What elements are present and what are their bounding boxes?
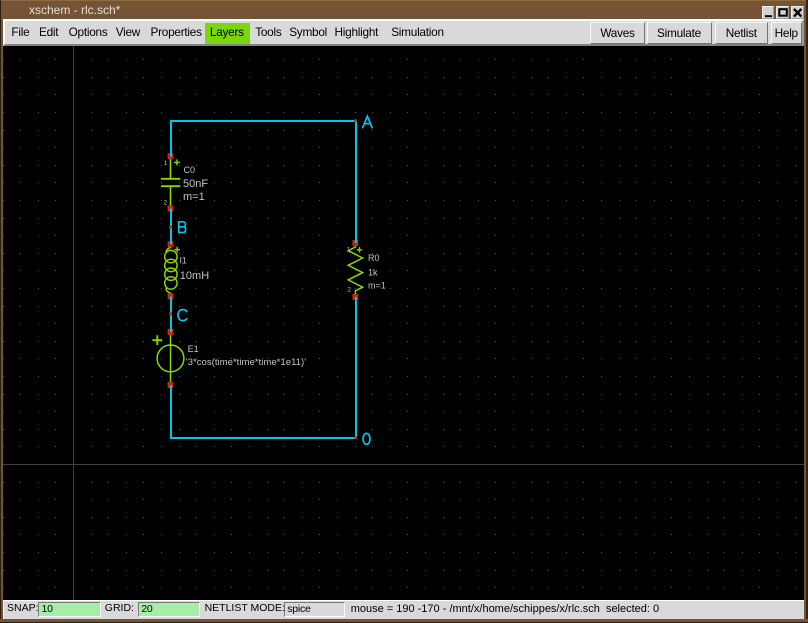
svg-text:10mH: 10mH — [180, 270, 209, 282]
svg-text:C0: C0 — [184, 165, 196, 175]
svg-text:R0: R0 — [368, 253, 380, 263]
svg-text:50nF: 50nF — [183, 178, 208, 190]
svg-text:m=1: m=1 — [368, 281, 386, 291]
svg-text:2: 2 — [164, 199, 168, 206]
svg-text:2: 2 — [347, 287, 351, 294]
svg-text:'3*cos(time*time*time*1e11)': '3*cos(time*time*time*1e11)' — [186, 357, 306, 368]
svg-text:1: 1 — [347, 247, 351, 254]
svg-text:1: 1 — [164, 160, 168, 167]
svg-text:l1: l1 — [180, 255, 187, 265]
svg-text:E1: E1 — [188, 344, 199, 354]
svg-text:m=1: m=1 — [183, 191, 205, 203]
svg-text:1k: 1k — [368, 268, 378, 278]
